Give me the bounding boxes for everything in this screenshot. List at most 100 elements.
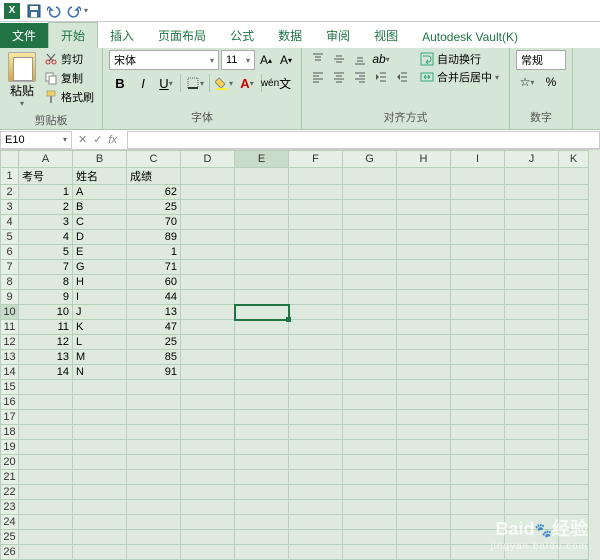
cell-J11[interactable]: [505, 320, 559, 335]
cell-F15[interactable]: [289, 380, 343, 395]
cell-K22[interactable]: [559, 485, 589, 500]
row-header-17[interactable]: 17: [1, 410, 19, 425]
currency-button[interactable]: ☆▾: [516, 72, 538, 92]
cell-A12[interactable]: 12: [19, 335, 73, 350]
cell-B18[interactable]: [73, 425, 127, 440]
cell-D1[interactable]: [181, 168, 235, 185]
font-color-button[interactable]: A▾: [236, 72, 258, 94]
cell-G1[interactable]: [343, 168, 397, 185]
cell-F19[interactable]: [289, 440, 343, 455]
row-header-9[interactable]: 9: [1, 290, 19, 305]
cell-F25[interactable]: [289, 530, 343, 545]
tab-formulas[interactable]: 公式: [218, 23, 266, 48]
cell-I17[interactable]: [451, 410, 505, 425]
cell-C16[interactable]: [127, 395, 181, 410]
number-format-select[interactable]: 常规: [516, 50, 566, 70]
cell-C2[interactable]: 62: [127, 185, 181, 200]
cell-B1[interactable]: 姓名: [73, 168, 127, 185]
cell-B4[interactable]: C: [73, 215, 127, 230]
cell-D15[interactable]: [181, 380, 235, 395]
cell-F20[interactable]: [289, 455, 343, 470]
cell-B14[interactable]: N: [73, 365, 127, 380]
cell-J13[interactable]: [505, 350, 559, 365]
cell-C24[interactable]: [127, 515, 181, 530]
cell-D24[interactable]: [181, 515, 235, 530]
cell-A9[interactable]: 9: [19, 290, 73, 305]
cell-H6[interactable]: [397, 245, 451, 260]
cell-A22[interactable]: [19, 485, 73, 500]
spreadsheet-grid[interactable]: ABCDEFGHIJK1考号姓名成绩21A6232B2543C7054D8965…: [0, 150, 600, 560]
cell-E5[interactable]: [235, 230, 289, 245]
cell-G22[interactable]: [343, 485, 397, 500]
cell-G19[interactable]: [343, 440, 397, 455]
cell-B9[interactable]: I: [73, 290, 127, 305]
col-header-D[interactable]: D: [181, 151, 235, 168]
row-header-13[interactable]: 13: [1, 350, 19, 365]
percent-button[interactable]: %: [540, 72, 562, 92]
cell-A18[interactable]: [19, 425, 73, 440]
cell-H9[interactable]: [397, 290, 451, 305]
cell-A7[interactable]: 7: [19, 260, 73, 275]
cell-D7[interactable]: [181, 260, 235, 275]
cell-H3[interactable]: [397, 200, 451, 215]
cell-H22[interactable]: [397, 485, 451, 500]
cell-C11[interactable]: 47: [127, 320, 181, 335]
cell-A1[interactable]: 考号: [19, 168, 73, 185]
cell-D14[interactable]: [181, 365, 235, 380]
cell-D19[interactable]: [181, 440, 235, 455]
cell-B11[interactable]: K: [73, 320, 127, 335]
cell-J3[interactable]: [505, 200, 559, 215]
tab-review[interactable]: 审阅: [314, 23, 362, 48]
cell-B17[interactable]: [73, 410, 127, 425]
cell-D17[interactable]: [181, 410, 235, 425]
cell-F5[interactable]: [289, 230, 343, 245]
row-header-11[interactable]: 11: [1, 320, 19, 335]
cell-J2[interactable]: [505, 185, 559, 200]
cell-J8[interactable]: [505, 275, 559, 290]
cell-H12[interactable]: [397, 335, 451, 350]
cell-G26[interactable]: [343, 545, 397, 560]
cell-K6[interactable]: [559, 245, 589, 260]
col-header-C[interactable]: C: [127, 151, 181, 168]
cell-K1[interactable]: [559, 168, 589, 185]
name-box[interactable]: E10▾: [0, 131, 72, 149]
col-header-J[interactable]: J: [505, 151, 559, 168]
cell-F13[interactable]: [289, 350, 343, 365]
align-middle-button[interactable]: [329, 50, 349, 68]
cell-E3[interactable]: [235, 200, 289, 215]
cell-F16[interactable]: [289, 395, 343, 410]
cell-B23[interactable]: [73, 500, 127, 515]
cell-B26[interactable]: [73, 545, 127, 560]
tab-insert[interactable]: 插入: [98, 23, 146, 48]
phonetic-button[interactable]: wén文: [265, 72, 287, 94]
align-center-button[interactable]: [329, 68, 349, 86]
decrease-indent-button[interactable]: [371, 68, 391, 86]
row-header-1[interactable]: 1: [1, 168, 19, 185]
cell-F21[interactable]: [289, 470, 343, 485]
underline-button[interactable]: U▾: [155, 72, 177, 94]
paste-button[interactable]: 粘贴 ▾: [6, 50, 38, 110]
cell-G18[interactable]: [343, 425, 397, 440]
cell-D20[interactable]: [181, 455, 235, 470]
fill-color-button[interactable]: ▾: [213, 72, 235, 94]
cell-A3[interactable]: 2: [19, 200, 73, 215]
cell-K5[interactable]: [559, 230, 589, 245]
row-header-16[interactable]: 16: [1, 395, 19, 410]
cell-H26[interactable]: [397, 545, 451, 560]
increase-font-button[interactable]: A▴: [257, 50, 275, 70]
cell-H14[interactable]: [397, 365, 451, 380]
cell-G25[interactable]: [343, 530, 397, 545]
formula-bar[interactable]: [127, 131, 600, 149]
cell-H15[interactable]: [397, 380, 451, 395]
cell-G23[interactable]: [343, 500, 397, 515]
row-header-15[interactable]: 15: [1, 380, 19, 395]
tab-view[interactable]: 视图: [362, 23, 410, 48]
cell-H8[interactable]: [397, 275, 451, 290]
cell-C22[interactable]: [127, 485, 181, 500]
row-header-6[interactable]: 6: [1, 245, 19, 260]
cell-I6[interactable]: [451, 245, 505, 260]
cell-H17[interactable]: [397, 410, 451, 425]
orientation-button[interactable]: ab▾: [371, 50, 391, 68]
row-header-23[interactable]: 23: [1, 500, 19, 515]
font-name-select[interactable]: 宋体▾: [109, 50, 219, 70]
